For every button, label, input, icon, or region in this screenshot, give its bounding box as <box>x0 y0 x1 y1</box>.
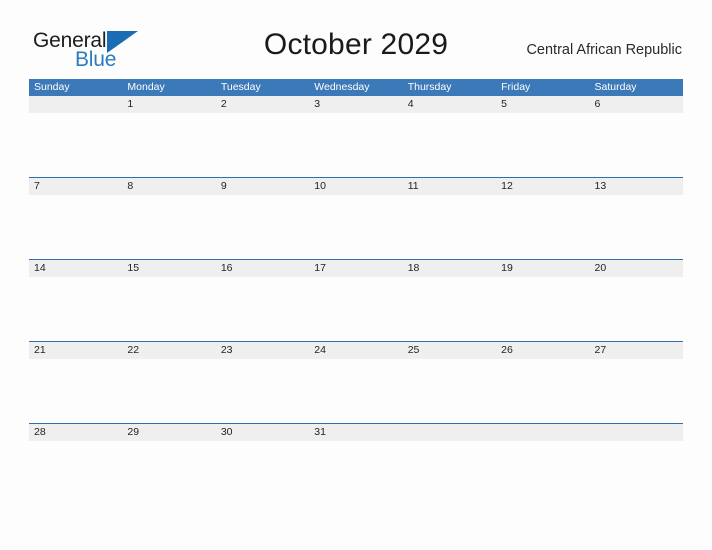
week-date-band: 28 29 30 31 <box>29 424 683 441</box>
day-cell[interactable]: 27 <box>590 342 683 359</box>
day-cell[interactable] <box>590 424 683 441</box>
day-cell[interactable]: 5 <box>496 96 589 113</box>
calendar-grid: Sunday Monday Tuesday Wednesday Thursday… <box>29 79 683 505</box>
week-body <box>29 113 683 177</box>
week-row: 14 15 16 17 18 19 20 <box>29 259 683 341</box>
day-cell[interactable]: 8 <box>122 178 215 195</box>
day-cell[interactable]: 10 <box>309 178 402 195</box>
day-cell[interactable]: 1 <box>122 96 215 113</box>
day-cell[interactable]: 19 <box>496 260 589 277</box>
day-cell[interactable]: 2 <box>216 96 309 113</box>
week-row: 28 29 30 31 <box>29 423 683 505</box>
week-row: 7 8 9 10 11 12 13 <box>29 177 683 259</box>
calendar-page: General Blue October 2029 Central Africa… <box>0 0 712 550</box>
day-cell[interactable]: 29 <box>122 424 215 441</box>
day-cell[interactable]: 20 <box>590 260 683 277</box>
week-row: 21 22 23 24 25 26 27 <box>29 341 683 423</box>
week-body <box>29 359 683 423</box>
day-cell[interactable] <box>403 424 496 441</box>
page-header: General Blue October 2029 Central Africa… <box>0 0 712 78</box>
day-cell[interactable] <box>496 424 589 441</box>
week-date-band: 7 8 9 10 11 12 13 <box>29 178 683 195</box>
weekday-friday: Friday <box>501 81 531 93</box>
week-row: 1 2 3 4 5 6 <box>29 96 683 177</box>
day-cell[interactable]: 4 <box>403 96 496 113</box>
week-date-band: 1 2 3 4 5 6 <box>29 96 683 113</box>
day-cell[interactable]: 25 <box>403 342 496 359</box>
day-cell[interactable]: 9 <box>216 178 309 195</box>
day-cell[interactable]: 6 <box>590 96 683 113</box>
week-date-band: 14 15 16 17 18 19 20 <box>29 260 683 277</box>
day-cell[interactable]: 31 <box>309 424 402 441</box>
day-cell[interactable]: 28 <box>29 424 122 441</box>
day-cell[interactable]: 24 <box>309 342 402 359</box>
day-cell[interactable]: 18 <box>403 260 496 277</box>
weekday-header-row: Sunday Monday Tuesday Wednesday Thursday… <box>29 79 683 96</box>
weekday-monday: Monday <box>127 81 165 93</box>
week-date-band: 21 22 23 24 25 26 27 <box>29 342 683 359</box>
day-cell[interactable]: 13 <box>590 178 683 195</box>
week-body <box>29 195 683 259</box>
weekday-saturday: Saturday <box>594 81 637 93</box>
day-cell[interactable]: 21 <box>29 342 122 359</box>
day-cell[interactable]: 7 <box>29 178 122 195</box>
day-cell[interactable]: 16 <box>216 260 309 277</box>
day-cell[interactable]: 30 <box>216 424 309 441</box>
day-cell[interactable]: 15 <box>122 260 215 277</box>
day-cell[interactable]: 23 <box>216 342 309 359</box>
country-label: Central African Republic <box>526 42 682 58</box>
weekday-thursday: Thursday <box>407 81 452 93</box>
day-cell[interactable]: 14 <box>29 260 122 277</box>
day-cell[interactable]: 12 <box>496 178 589 195</box>
day-cell[interactable]: 3 <box>309 96 402 113</box>
day-cell[interactable] <box>29 96 122 113</box>
weekday-sunday: Sunday <box>34 81 70 93</box>
day-cell[interactable]: 11 <box>403 178 496 195</box>
weekday-tuesday: Tuesday <box>220 81 261 93</box>
week-body <box>29 277 683 341</box>
week-body <box>29 441 683 505</box>
day-cell[interactable]: 17 <box>309 260 402 277</box>
day-cell[interactable]: 26 <box>496 342 589 359</box>
day-cell[interactable]: 22 <box>122 342 215 359</box>
weekday-wednesday: Wednesday <box>314 81 370 93</box>
